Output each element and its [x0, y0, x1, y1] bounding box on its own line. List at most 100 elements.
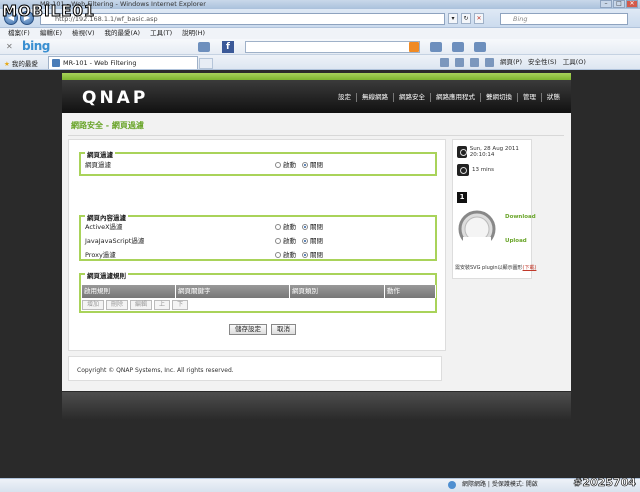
javascript-row: JavaJavaScript過濾 啟動 關閉: [85, 236, 435, 246]
add-rule-button[interactable]: 增加: [82, 300, 105, 310]
move-up-button[interactable]: 上: [154, 300, 171, 310]
radio-group: 啟動 關閉: [275, 222, 323, 232]
nav-dual-wan[interactable]: 雙網切換: [480, 93, 517, 102]
print-icon[interactable]: [485, 58, 494, 67]
radio-disable[interactable]: 關閉: [302, 222, 323, 232]
nav-wireless[interactable]: 無線網路: [356, 93, 393, 102]
menu-tools[interactable]: 工具(T): [150, 28, 172, 39]
radio-enable[interactable]: 啟動: [275, 160, 296, 170]
nav-status[interactable]: 狀態: [541, 93, 565, 102]
rules-table-header: 啟用規則 網頁關鍵字 網頁類別 動作: [82, 285, 436, 298]
radio-enable[interactable]: 啟動: [275, 236, 296, 246]
status-panel: Sun, 28 Aug 2011 20:10:14 13 mins 1 Down…: [452, 139, 536, 279]
traffic-gauge: Download Upload: [457, 207, 537, 261]
new-tab-button[interactable]: [199, 58, 213, 69]
favorites-label: 我的最愛: [11, 60, 38, 68]
stop-icon[interactable]: ✕: [474, 13, 484, 24]
toolbar-search-input[interactable]: [245, 41, 420, 53]
address-bar: ◀ ▶ http://192.168.1.1/wf_basic.asp ▾ ↻ …: [0, 9, 640, 28]
mail-icon[interactable]: [198, 42, 210, 52]
section-title: 網頁內容過濾: [85, 212, 128, 222]
nav-setup[interactable]: 設定: [333, 93, 356, 102]
uptime-icon: [457, 164, 469, 176]
column-header: 網頁類別: [290, 285, 385, 298]
radio-disable[interactable]: 關閉: [302, 236, 323, 246]
router-nav: 設定 無線網路 網路安全 網路應用程式 雙網切換 管理 狀態: [333, 93, 565, 102]
delete-rule-button[interactable]: 刪除: [106, 300, 129, 310]
rule-buttons: 增加 刪除 編輯 上 下: [82, 300, 189, 310]
toolbar-search-button[interactable]: [409, 42, 419, 52]
save-button[interactable]: 儲存設定: [229, 324, 267, 335]
radio-enable[interactable]: 啟動: [275, 250, 296, 260]
url-input[interactable]: http://192.168.1.1/wf_basic.asp: [40, 13, 445, 25]
row-label: 網頁過濾: [85, 161, 111, 169]
feeds-icon[interactable]: [455, 58, 464, 67]
content-area: 網路安全 - 網頁過濾 網頁過濾 網頁過濾 啟動 關閉 網頁內容過濾 Activ…: [62, 113, 571, 391]
refresh-icon[interactable]: ↻: [461, 13, 471, 24]
like-icon[interactable]: [430, 42, 442, 52]
radio-enable[interactable]: 啟動: [275, 222, 296, 232]
mail-icon[interactable]: [470, 58, 479, 67]
proxy-row: Proxy過濾 啟動 關閉: [85, 250, 435, 260]
zone-text: 網際網路 | 受保護模式: 開啟: [462, 481, 538, 488]
star-icon: ★: [4, 60, 10, 68]
download-label: Download: [505, 214, 536, 220]
globe-icon: [448, 481, 456, 489]
radio-group: 啟動 關閉: [275, 250, 323, 260]
web-filter-row: 網頁過濾 啟動 關閉: [85, 160, 435, 170]
filter-rules-section: 網頁過濾規則 啟用規則 網頁關鍵字 網頁類別 動作 增加 刪除 編輯 上 下: [79, 270, 437, 313]
compat-view-icon[interactable]: ▾: [448, 13, 458, 24]
watermark-id: #2025704: [573, 476, 636, 490]
page-menu[interactable]: 網頁(P): [500, 57, 522, 68]
browser-search-input[interactable]: Bing: [500, 13, 628, 25]
tools-icon[interactable]: [452, 42, 464, 52]
address-actions: ▾ ↻ ✕: [448, 13, 484, 24]
row-label: JavaJavaScript過濾: [85, 237, 145, 245]
nav-applications[interactable]: 網路應用程式: [430, 93, 480, 102]
close-window-button[interactable]: ✕: [626, 0, 638, 8]
form-actions: 儲存設定 取消: [229, 324, 296, 335]
footer-panel: Copyright © QNAP Systems, Inc. All right…: [68, 356, 442, 381]
clock-icon: [457, 146, 467, 158]
cancel-button[interactable]: 取消: [271, 324, 296, 335]
menu-view[interactable]: 檢視(V): [72, 28, 95, 39]
menu-help[interactable]: 說明(H): [182, 28, 205, 39]
window-controls: – □ ✕: [600, 0, 638, 8]
traffic-badge-icon: 1: [457, 192, 467, 203]
column-header: 網頁關鍵字: [176, 285, 290, 298]
active-tab[interactable]: MR-101 - Web Filtering: [48, 56, 198, 69]
download-plugin-link[interactable]: (下載): [523, 265, 537, 271]
bing-toolbar: ✕ bing f: [0, 39, 640, 55]
title-divider: [68, 135, 564, 136]
favorites-button[interactable]: ★ 我的最愛: [4, 58, 38, 68]
radio-group: 啟動 關閉: [275, 160, 323, 170]
uptime-row: 13 mins: [457, 164, 494, 176]
facebook-icon[interactable]: f: [222, 41, 234, 53]
close-toolbar-icon[interactable]: ✕: [6, 42, 13, 51]
nav-admin[interactable]: 管理: [517, 93, 541, 102]
radio-disable[interactable]: 關閉: [302, 250, 323, 260]
menu-bar: 檔案(F) 編輯(E) 檢視(V) 我的最愛(A) 工具(T) 說明(H): [0, 28, 640, 39]
edit-rule-button[interactable]: 編輯: [130, 300, 153, 310]
page-title: 網路安全 - 網頁過濾: [71, 121, 144, 130]
maximize-button[interactable]: □: [613, 0, 625, 8]
datetime-value: Sun, 28 Aug 2011 20:10:14: [469, 146, 519, 158]
section-title: 網頁過濾: [85, 149, 115, 159]
radio-disable[interactable]: 關閉: [302, 160, 323, 170]
nav-security[interactable]: 網路安全: [393, 93, 430, 102]
window-title-bar: MR-101 - Web Filtering - Windows Interne…: [0, 0, 640, 9]
home-icon[interactable]: [440, 58, 449, 67]
section-title: 網頁過濾規則: [85, 270, 128, 280]
menu-file[interactable]: 檔案(F): [8, 28, 30, 39]
minimize-button[interactable]: –: [600, 0, 612, 8]
router-header: QNAP 設定 無線網路 網路安全 網路應用程式 雙網切換 管理 狀態: [62, 80, 571, 113]
menu-edit[interactable]: 編輯(E): [40, 28, 62, 39]
move-down-button[interactable]: 下: [172, 300, 189, 310]
watermark-logo: MOBILE01: [1, 2, 96, 21]
safety-menu[interactable]: 安全性(S): [528, 57, 557, 68]
datetime-row: Sun, 28 Aug 2011 20:10:14: [457, 146, 531, 158]
menu-favorites[interactable]: 我的最愛(A): [105, 28, 141, 39]
tools-menu[interactable]: 工具(O): [563, 57, 586, 68]
web-filter-section: 網頁過濾 網頁過濾 啟動 關閉: [79, 149, 437, 176]
sparkle-icon[interactable]: [474, 42, 486, 52]
